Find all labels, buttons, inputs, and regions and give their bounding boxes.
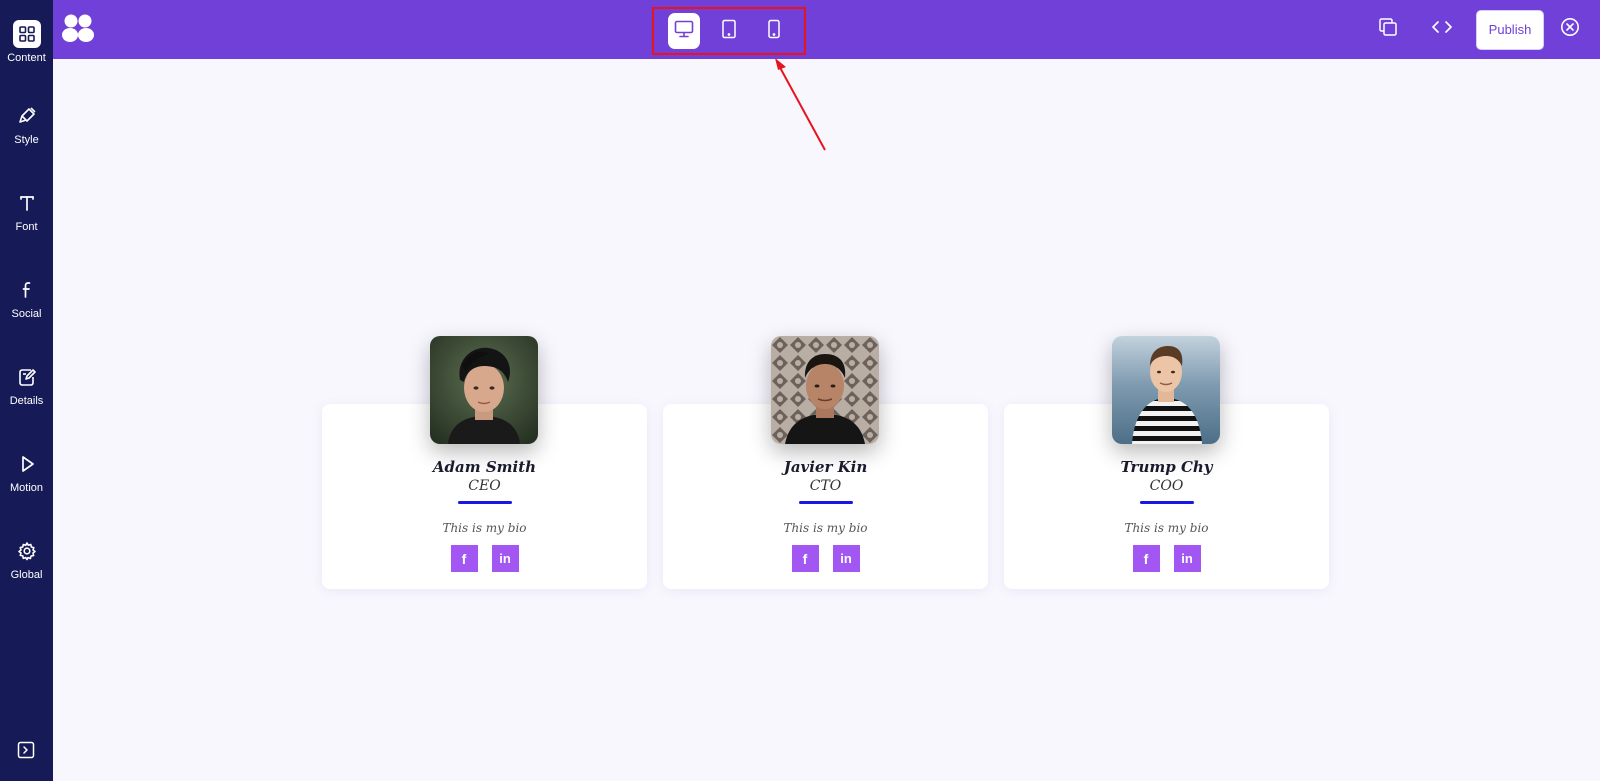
- tablet-icon: [721, 19, 737, 44]
- sidebar-item-content[interactable]: Content: [0, 0, 53, 80]
- code-icon: [1431, 19, 1453, 40]
- linkedin-link[interactable]: in: [491, 545, 519, 572]
- avatar: [1112, 336, 1220, 444]
- sidebar-item-label: Details: [9, 394, 44, 407]
- linkedin-icon: in: [499, 551, 511, 566]
- social-links: f in: [1004, 545, 1329, 572]
- mobile-view-button[interactable]: [758, 13, 790, 49]
- app-logo-icon[interactable]: [61, 13, 95, 45]
- member-role: CTO: [809, 478, 842, 494]
- top-actions: Publish: [1352, 0, 1600, 59]
- sidebar: Content Style Font Social Details Motion: [0, 0, 53, 781]
- facebook-link[interactable]: f: [1132, 545, 1160, 572]
- avatar: [430, 336, 538, 444]
- team-card: Javier Kin CTO This is my bio f in: [663, 336, 988, 589]
- member-bio: This is my bio: [1124, 521, 1209, 535]
- facebook-icon: f: [461, 550, 467, 567]
- sidebar-item-motion[interactable]: Motion: [0, 428, 53, 515]
- text-icon: [13, 189, 41, 217]
- desktop-view-button[interactable]: [668, 13, 701, 49]
- gear-icon: [13, 537, 41, 565]
- device-preview-switcher: [652, 7, 806, 55]
- member-bio: This is my bio: [783, 521, 868, 535]
- sidebar-item-label: Global: [10, 568, 43, 581]
- member-role: CEO: [468, 478, 501, 494]
- tablet-view-button[interactable]: [713, 13, 745, 49]
- expand-panel-icon[interactable]: [17, 741, 35, 759]
- sidebar-item-label: Motion: [9, 481, 44, 494]
- sidebar-item-label: Style: [14, 133, 39, 146]
- sidebar-item-label: Content: [7, 52, 46, 64]
- member-name: Javier Kin: [783, 458, 868, 476]
- sidebar-item-font[interactable]: Font: [0, 167, 53, 254]
- social-links: f in: [663, 545, 988, 572]
- divider: [799, 501, 853, 504]
- divider: [1140, 501, 1194, 504]
- sidebar-item-global[interactable]: Global: [0, 515, 53, 602]
- sidebar-item-label: Social: [11, 307, 42, 320]
- facebook-link[interactable]: f: [450, 545, 478, 572]
- grid-icon: [12, 20, 41, 48]
- edit-icon: [13, 363, 41, 391]
- linkedin-icon: in: [840, 551, 852, 566]
- member-name: Adam Smith: [432, 458, 537, 476]
- play-icon: [13, 450, 41, 478]
- sidebar-item-label: Font: [15, 220, 38, 233]
- facebook-icon: f: [1143, 550, 1149, 567]
- desktop-icon: [674, 20, 694, 43]
- social-links: f in: [322, 545, 647, 572]
- facebook-icon: f: [802, 550, 808, 567]
- team-card: Adam Smith CEO This is my bio f in: [322, 336, 647, 589]
- publish-button[interactable]: Publish: [1476, 9, 1544, 50]
- linkedin-link[interactable]: in: [1173, 545, 1201, 572]
- member-bio: This is my bio: [442, 521, 527, 535]
- top-toolbar: Publish: [53, 0, 1600, 59]
- facebook-icon: [13, 276, 41, 304]
- linkedin-icon: in: [1181, 551, 1193, 566]
- team-card: Trump Chy COO This is my bio f in: [1004, 336, 1329, 589]
- brush-icon: [13, 102, 41, 130]
- sidebar-item-social[interactable]: Social: [0, 254, 53, 341]
- copy-icon: [1378, 17, 1398, 42]
- duplicate-button[interactable]: [1370, 12, 1406, 48]
- member-name: Trump Chy: [1120, 458, 1213, 476]
- mobile-icon: [767, 19, 781, 44]
- annotation-arrow: [775, 58, 826, 151]
- close-editor-button[interactable]: [1552, 12, 1588, 48]
- divider: [458, 501, 512, 504]
- member-role: COO: [1149, 478, 1184, 494]
- facebook-link[interactable]: f: [791, 545, 819, 572]
- avatar: [771, 336, 879, 444]
- linkedin-link[interactable]: in: [832, 545, 860, 572]
- close-circle-icon: [1560, 17, 1580, 42]
- sidebar-item-details[interactable]: Details: [0, 341, 53, 428]
- sidebar-item-style[interactable]: Style: [0, 80, 53, 167]
- embed-code-button[interactable]: [1424, 12, 1460, 48]
